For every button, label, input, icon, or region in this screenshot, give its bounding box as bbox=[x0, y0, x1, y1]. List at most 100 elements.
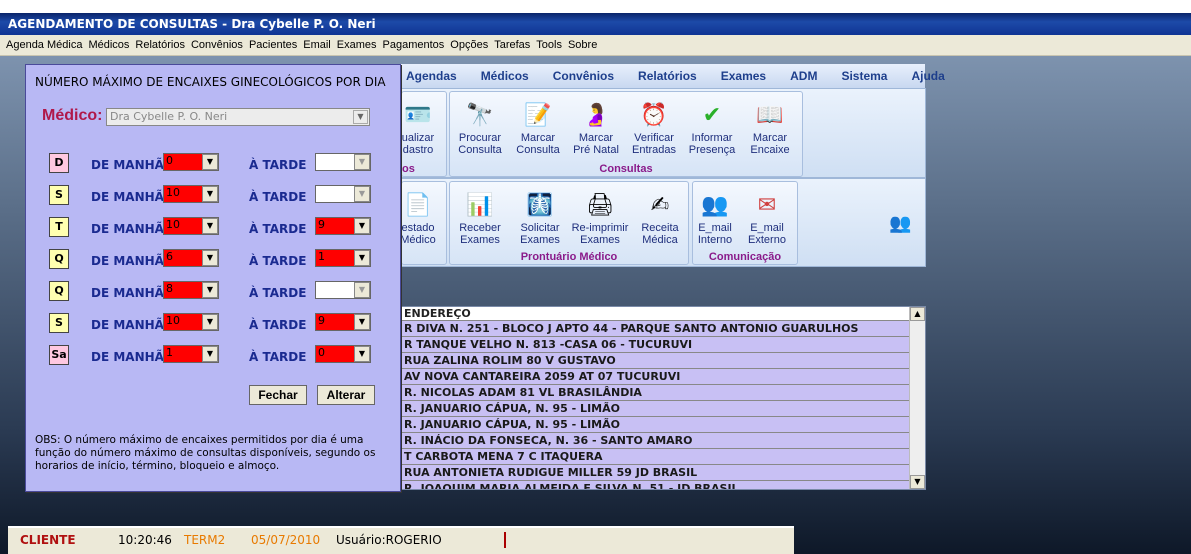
nav-item[interactable]: ADM bbox=[790, 69, 817, 83]
afternoon-select[interactable]: 0 ▼ bbox=[315, 345, 371, 363]
tool-re-imprimir-exames[interactable]: 🖨 Re-imprimir Exames bbox=[570, 190, 630, 247]
table-row[interactable]: R. INÁCIO DA FONSECA, N. 36 - SANTO AMAR… bbox=[401, 433, 910, 449]
chevron-down-icon[interactable]: ▼ bbox=[354, 154, 370, 170]
morning-select[interactable]: 10 ▼ bbox=[163, 185, 219, 203]
group-title-comunicacao: Comunicação bbox=[708, 251, 782, 263]
nav-item[interactable]: Sistema bbox=[841, 69, 887, 83]
fechar-button[interactable]: Fechar bbox=[249, 385, 307, 405]
tool-marcar-pr-natal[interactable]: 🤰 Marcar Pré Natal bbox=[566, 100, 626, 157]
afternoon-select[interactable]: ▼ bbox=[315, 185, 371, 203]
morning-select[interactable]: 1 ▼ bbox=[163, 345, 219, 363]
afternoon-select[interactable]: ▼ bbox=[315, 153, 371, 171]
table-row[interactable]: RUA ANTONIETA RUDIGUE MILLER 59 JD BRASI… bbox=[401, 465, 910, 481]
table-row[interactable]: AV NOVA CANTAREIRA 2059 AT 07 TUCURUVI bbox=[401, 369, 910, 385]
status-date: 05/07/2010 bbox=[251, 533, 321, 547]
grid-scrollbar[interactable]: ▲ ▼ bbox=[909, 307, 925, 489]
nav-item[interactable]: Ajuda bbox=[911, 69, 944, 83]
alterar-button[interactable]: Alterar bbox=[317, 385, 375, 405]
morning-select[interactable]: 6 ▼ bbox=[163, 249, 219, 267]
tool-e-mail-interno[interactable]: 👥 E_mail Interno bbox=[685, 190, 745, 247]
tool-informar-presen-a[interactable]: ✔ Informar Presença bbox=[682, 100, 742, 157]
morning-select[interactable]: 0 ▼ bbox=[163, 153, 219, 171]
table-row[interactable]: T CARBOTA MENA 7 C ITAQUERA bbox=[401, 449, 910, 465]
address-grid[interactable]: ENDEREÇO R DIVA N. 251 - BLOCO J APTO 44… bbox=[400, 306, 926, 490]
tool-label: Consulta bbox=[458, 144, 502, 156]
nav-item[interactable]: Relatórios bbox=[638, 69, 697, 83]
chevron-down-icon[interactable]: ▼ bbox=[354, 218, 370, 234]
chevron-down-icon[interactable]: ▼ bbox=[354, 186, 370, 202]
menu-item[interactable]: Sobre bbox=[568, 39, 597, 51]
tool-procurar-consulta[interactable]: 🔭 Procurar Consulta bbox=[450, 100, 510, 157]
nav-item[interactable]: Agendas bbox=[406, 69, 457, 83]
menu-item[interactable]: Médicos bbox=[88, 39, 129, 51]
afternoon-select[interactable]: ▼ bbox=[315, 281, 371, 299]
group-title-consultas: Consultas bbox=[599, 163, 653, 175]
status-user: Usuário:ROGERIO bbox=[336, 533, 442, 547]
nav-item[interactable]: Médicos bbox=[481, 69, 529, 83]
table-row[interactable]: R. JANUARIO CÁPUA, N. 95 - LIMÃO bbox=[401, 417, 910, 433]
morning-select[interactable]: 10 ▼ bbox=[163, 313, 219, 331]
menu-item[interactable]: Tarefas bbox=[494, 39, 530, 51]
chevron-down-icon[interactable]: ▼ bbox=[354, 250, 370, 266]
chevron-down-icon[interactable]: ▼ bbox=[354, 346, 370, 362]
users-icon[interactable]: 👥 bbox=[889, 213, 911, 234]
tool-receber-exames[interactable]: 📊 Receber Exames bbox=[450, 190, 510, 247]
group-title-prontuario: Prontuário Médico bbox=[520, 251, 618, 263]
menu-item[interactable]: Convênios bbox=[191, 39, 243, 51]
menu-item[interactable]: Tools bbox=[536, 39, 562, 51]
morning-select[interactable]: 8 ▼ bbox=[163, 281, 219, 299]
prescription-pen-icon: ✍ bbox=[650, 192, 670, 218]
afternoon-select[interactable]: 1 ▼ bbox=[315, 249, 371, 267]
table-row[interactable]: R. JANUARIO CÁPUA, N. 95 - LIMÃO bbox=[401, 401, 910, 417]
table-row[interactable]: RUA ZALINA ROLIM 80 V GUSTAVO bbox=[401, 353, 910, 369]
tool-label: Exames bbox=[580, 234, 620, 246]
table-row[interactable]: R. NICOLAS ADAM 81 VL BRASILÂNDIA bbox=[401, 385, 910, 401]
chevron-down-icon[interactable]: ▼ bbox=[202, 250, 218, 266]
table-row[interactable]: R TANQUE VELHO N. 813 -CASA 06 - TUCURUV… bbox=[401, 337, 910, 353]
scroll-down-icon[interactable]: ▼ bbox=[910, 475, 925, 489]
scroll-up-icon[interactable]: ▲ bbox=[910, 307, 925, 321]
day-badge: Sa bbox=[49, 345, 69, 365]
chevron-down-icon[interactable]: ▼ bbox=[353, 110, 368, 124]
nav-item[interactable]: Exames bbox=[721, 69, 766, 83]
chevron-down-icon[interactable]: ▼ bbox=[354, 314, 370, 330]
menu-item[interactable]: Exames bbox=[337, 39, 377, 51]
tool-e-mail-externo[interactable]: ✉ E_mail Externo bbox=[737, 190, 797, 247]
chevron-down-icon[interactable]: ▼ bbox=[354, 282, 370, 298]
chevron-down-icon[interactable]: ▼ bbox=[202, 186, 218, 202]
status-terminal: TERM2 bbox=[184, 533, 226, 547]
nav-item[interactable]: Convênios bbox=[553, 69, 614, 83]
chevron-down-icon[interactable]: ▼ bbox=[202, 218, 218, 234]
chevron-down-icon[interactable]: ▼ bbox=[202, 346, 218, 362]
medico-select[interactable]: Dra Cybelle P. O. Neri ▼ bbox=[106, 108, 370, 126]
chevron-down-icon[interactable]: ▼ bbox=[202, 154, 218, 170]
chevron-down-icon[interactable]: ▼ bbox=[202, 282, 218, 298]
menu-item[interactable]: Agenda Médica bbox=[6, 39, 82, 51]
grid-header-endereco[interactable]: ENDEREÇO bbox=[401, 307, 925, 321]
morning-label: DE MANHÃ bbox=[91, 318, 164, 332]
chart-icon: 📊 bbox=[466, 192, 494, 218]
chevron-down-icon[interactable]: ▼ bbox=[202, 314, 218, 330]
menu-item[interactable]: Opções bbox=[450, 39, 488, 51]
toolbar-prontuario: 📄 estado Médico 📊 Receber Exames 🩻 Solicitar… bbox=[400, 178, 926, 267]
tool-receita-m-dica[interactable]: ✍ Receita Médica bbox=[630, 190, 690, 247]
tool-marcar-encaixe[interactable]: 📖 Marcar Encaixe bbox=[740, 100, 800, 157]
envelope-icon: ✉ bbox=[757, 192, 777, 218]
afternoon-label: À TARDE bbox=[249, 190, 307, 204]
menu-item[interactable]: Email bbox=[303, 39, 331, 51]
menu-item[interactable]: Pacientes bbox=[249, 39, 297, 51]
morning-select[interactable]: 10 ▼ bbox=[163, 217, 219, 235]
table-row[interactable]: R. JOAQUIM MARIA ALMEIDA E SILVA N. 51 -… bbox=[401, 481, 910, 489]
afternoon-select[interactable]: 9 ▼ bbox=[315, 217, 371, 235]
table-row[interactable]: R DIVA N. 251 - BLOCO J APTO 44 - PARQUE… bbox=[401, 321, 910, 337]
tool-verificar-entradas[interactable]: ⏰ Verificar Entradas bbox=[624, 100, 684, 157]
menu-item[interactable]: Relatórios bbox=[135, 39, 185, 51]
afternoon-select[interactable]: 9 ▼ bbox=[315, 313, 371, 331]
medico-label: Médico: bbox=[42, 107, 103, 124]
tool-solicitar-exames[interactable]: 🩻 Solicitar Exames bbox=[510, 190, 570, 247]
tool-label: Entradas bbox=[631, 144, 677, 156]
tool-marcar-consulta[interactable]: 📝 Marcar Consulta bbox=[508, 100, 568, 157]
day-badge: T bbox=[49, 217, 69, 237]
menu-item[interactable]: Pagamentos bbox=[383, 39, 445, 51]
morning-value: 6 bbox=[166, 250, 173, 263]
